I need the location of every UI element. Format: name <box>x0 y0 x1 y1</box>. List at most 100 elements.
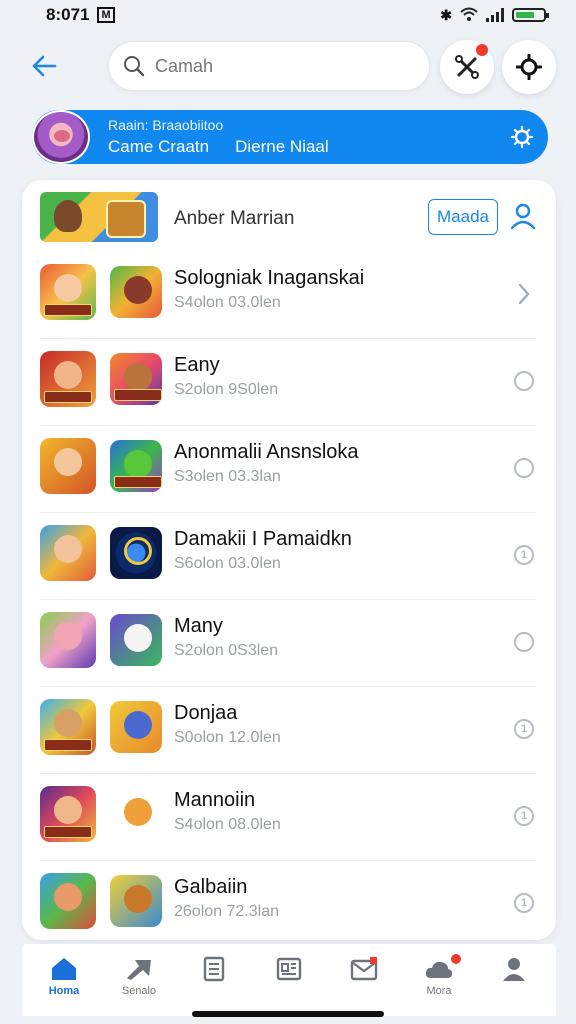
banner-gear-button[interactable] <box>510 125 534 154</box>
notification-dot <box>476 44 488 56</box>
radio-icon[interactable] <box>512 456 536 480</box>
nav-label: Mora <box>426 985 452 997</box>
app-icon <box>110 614 162 666</box>
item-subtitle: S2olon 0S3len <box>174 642 279 659</box>
cloud-icon <box>425 961 453 978</box>
info-icon[interactable]: 1 <box>512 804 536 828</box>
settings-button[interactable] <box>502 40 556 94</box>
user-button[interactable] <box>510 202 536 235</box>
item-subtitle: 26olon 72.3lan <box>174 903 279 920</box>
back-arrow-icon <box>32 55 57 77</box>
nav-home[interactable]: Homa <box>34 944 94 1016</box>
banner-subtitle: Raain: Braaobiitoo <box>108 117 224 133</box>
list-item[interactable]: Many S2olon 0S3len <box>40 600 536 687</box>
info-icon[interactable]: 1 <box>512 891 536 915</box>
app-icon <box>40 351 96 407</box>
app-icon <box>110 875 162 927</box>
search-bar[interactable] <box>108 41 430 91</box>
list-item[interactable]: Damakii I Pamaidkn S6olon 03.0len 1 <box>40 513 536 600</box>
nav-mail[interactable] <box>334 944 394 1016</box>
app-icon <box>110 701 162 753</box>
radio-icon[interactable] <box>512 630 536 654</box>
list-item[interactable]: Donjaa S0olon 12.0len 1 <box>40 687 536 774</box>
list-item[interactable]: Galbaiin 26olon 72.3lan 1 <box>40 861 536 948</box>
info-icon[interactable]: 1 <box>512 717 536 741</box>
promo-banner[interactable]: Raain: Braaobiitoo Came Craatn Dierne Ni… <box>32 110 548 164</box>
nav-book[interactable] <box>184 944 244 1016</box>
tools-icon <box>455 55 479 79</box>
app-icon <box>110 353 162 405</box>
status-time: 8:071 <box>46 5 90 24</box>
list-item[interactable]: Mannoiin S4olon 08.0len 1 <box>40 774 536 861</box>
item-title: Donjaa <box>174 702 238 724</box>
bluetooth-icon: ✱ <box>440 6 452 23</box>
app-icon <box>40 786 96 842</box>
list-item[interactable]: Anonmalii Ansnsloka S3olen 03.3lan <box>40 426 536 513</box>
gear-icon <box>510 125 534 149</box>
header-action-button[interactable]: Maada <box>428 199 498 235</box>
nav-cloud[interactable]: Mora <box>409 944 469 1016</box>
info-icon[interactable]: 1 <box>512 543 536 567</box>
newspaper-icon <box>276 957 302 981</box>
send-icon <box>127 960 151 980</box>
search-icon <box>124 56 145 77</box>
app-list: Sologniak Inaganskai S4olon 03.0len Eany… <box>22 252 556 948</box>
battery-icon <box>512 8 549 22</box>
radio-icon[interactable] <box>512 369 536 393</box>
status-bar: 8:071 M ✱ <box>0 0 576 30</box>
app-icon <box>40 438 96 494</box>
app-icon <box>40 612 96 668</box>
banner-link-1[interactable]: Came Craatn <box>108 137 209 157</box>
nav-label: Homa <box>48 985 80 997</box>
carrier-badge: M <box>97 7 115 23</box>
bottom-nav: Homa Senalo Mora <box>22 944 556 1016</box>
nav-profile[interactable] <box>484 944 544 1016</box>
item-subtitle: S2olon 9S0len <box>174 381 279 398</box>
home-indicator <box>192 1011 384 1017</box>
item-title: Mannoiin <box>174 789 256 811</box>
book-icon <box>203 956 225 982</box>
header-thumbnail <box>40 192 158 242</box>
item-title: Eany <box>174 354 220 376</box>
item-subtitle: S4olon 03.0len <box>174 294 281 311</box>
list-header: Anber Marrian Maada <box>22 180 556 256</box>
list-item[interactable]: Sologniak Inaganskai S4olon 03.0len <box>40 252 536 339</box>
banner-link-2[interactable]: Dierne Niaal <box>235 137 329 157</box>
app-icon <box>110 527 162 579</box>
item-subtitle: S0olon 12.0len <box>174 729 281 746</box>
item-title: Damakii I Pamaidkn <box>174 528 352 550</box>
app-icon <box>110 440 162 492</box>
app-icon <box>110 788 162 840</box>
item-title: Sologniak Inaganskai <box>174 267 365 289</box>
mail-icon <box>350 957 378 981</box>
settings-icon <box>516 54 542 80</box>
nav-badge <box>451 954 461 964</box>
home-icon <box>52 958 76 980</box>
app-icon <box>40 699 96 755</box>
nav-news[interactable] <box>259 944 319 1016</box>
banner-avatar <box>32 110 90 164</box>
item-title: Anonmalii Ansnsloka <box>174 441 359 463</box>
app-icon <box>40 264 96 320</box>
signal-icon <box>486 8 504 22</box>
app-icon <box>40 525 96 581</box>
app-list-card: Anber Marrian Maada Sologniak Inaganskai… <box>22 180 556 940</box>
list-item[interactable]: Eany S2olon 9S0len <box>40 339 536 426</box>
nav-label: Senalo <box>121 985 157 997</box>
wifi-icon <box>460 7 478 24</box>
app-icon <box>40 873 96 929</box>
nav-send[interactable]: Senalo <box>109 944 169 1016</box>
item-title: Galbaiin <box>174 876 248 898</box>
item-subtitle: S6olon 03.0len <box>174 555 281 572</box>
back-button[interactable] <box>26 50 62 82</box>
app-icon <box>110 266 162 318</box>
item-title: Many <box>174 615 223 637</box>
item-subtitle: S4olon 08.0len <box>174 816 281 833</box>
header-title: Anber Marrian <box>174 208 295 229</box>
tools-button[interactable] <box>440 40 494 94</box>
chevron-right-icon[interactable] <box>512 282 536 306</box>
profile-icon <box>503 958 525 981</box>
user-icon <box>510 203 536 230</box>
search-input[interactable] <box>155 55 385 77</box>
top-bar <box>0 38 576 94</box>
